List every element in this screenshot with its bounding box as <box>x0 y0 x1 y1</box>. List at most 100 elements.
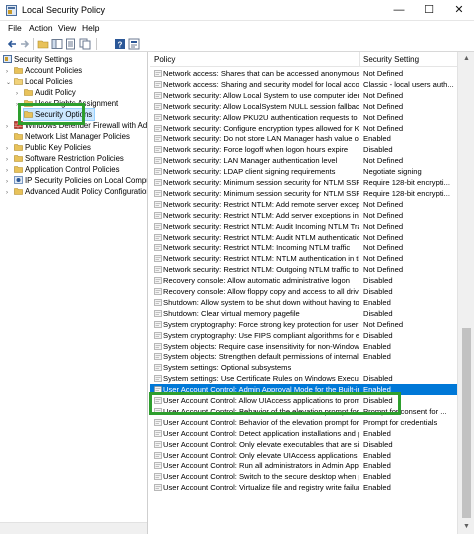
policy-row[interactable]: Network security: Restrict NTLM: Incomin… <box>150 242 460 253</box>
scrollbar-thumb[interactable] <box>462 328 471 518</box>
tree-item-windows-defender-firewall[interactable]: ›Windows Defender Firewall with Advanced… <box>6 120 147 131</box>
policy-row[interactable]: User Account Control: Run all administra… <box>150 460 460 471</box>
policy-row[interactable]: Shutdown: Allow system to be shut down w… <box>150 297 460 308</box>
policy-setting-icon <box>154 299 162 306</box>
policy-row[interactable]: System settings: Use Certificate Rules o… <box>150 373 460 384</box>
policy-row[interactable]: Network security: Restrict NTLM: NTLM au… <box>150 253 460 264</box>
policy-name: Network security: Restrict NTLM: Audit N… <box>163 232 359 242</box>
policy-row[interactable]: User Account Control: Admin Approval Mod… <box>150 384 460 396</box>
menu-file[interactable]: File <box>8 23 22 33</box>
policy-row[interactable]: System objects: Require case insensitivi… <box>150 341 460 352</box>
close-button[interactable]: ✕ <box>444 0 474 20</box>
expand-icon[interactable]: › <box>6 188 14 199</box>
policy-setting-icon <box>154 222 162 230</box>
collapse-icon[interactable]: ⌄ <box>6 78 14 89</box>
up-folder-icon[interactable] <box>37 38 49 50</box>
policy-row[interactable]: Network security: Allow PKU2U authentica… <box>150 112 460 123</box>
policy-setting-value: Not Defined <box>363 199 404 209</box>
tree-item-user-rights-assignment[interactable]: › User Rights Assignment <box>16 98 118 109</box>
policy-row[interactable]: User Account Control: Behavior of the el… <box>150 406 460 417</box>
scroll-up-arrow-icon[interactable]: ▲ <box>458 52 474 66</box>
policy-setting-icon <box>154 364 162 372</box>
tree-item-software-restriction[interactable]: › Software Restriction Policies <box>6 153 124 164</box>
expand-icon[interactable]: › <box>16 100 24 111</box>
policy-row[interactable]: Network security: Allow Local System to … <box>150 90 460 101</box>
tree-item-label: User Rights Assignment <box>35 99 119 108</box>
menu-view[interactable]: View <box>58 23 76 33</box>
policy-row[interactable]: Recovery console: Allow automatic admini… <box>150 275 460 286</box>
column-divider[interactable] <box>359 52 360 67</box>
menu-help[interactable]: Help <box>82 23 99 33</box>
policy-name: System objects: Require case insensitivi… <box>163 341 359 351</box>
policy-setting-icon <box>154 342 162 350</box>
policy-row[interactable]: Network security: Configure encryption t… <box>150 123 460 134</box>
forward-icon[interactable] <box>19 38 31 50</box>
tree-item-account-policies[interactable]: › Account Policies <box>6 65 82 76</box>
column-header-security-setting[interactable]: Security Setting <box>363 55 419 64</box>
tree-horizontal-scrollbar[interactable] <box>0 522 147 534</box>
policy-row[interactable]: Network security: Allow LocalSystem NULL… <box>150 101 460 112</box>
policy-setting-icon <box>154 135 162 143</box>
policy-row[interactable]: Network security: Restrict NTLM: Audit I… <box>150 221 460 232</box>
minimize-button[interactable]: — <box>384 0 414 20</box>
toolbar-separator <box>33 38 34 50</box>
policy-row[interactable]: Network security: LDAP client signing re… <box>150 166 460 177</box>
policy-row[interactable]: System objects: Strengthen default permi… <box>150 351 460 362</box>
policy-row[interactable]: User Account Control: Detect application… <box>150 428 460 439</box>
copy-icon[interactable] <box>79 38 91 50</box>
tree-item-label: Security Settings <box>14 55 73 64</box>
policy-name: Network security: Restrict NTLM: NTLM au… <box>163 254 359 264</box>
policy-row[interactable]: Network security: Restrict NTLM: Audit N… <box>150 232 460 243</box>
tree-item-network-list-manager[interactable]: Network List Manager Policies <box>6 131 130 142</box>
export-list-icon[interactable] <box>65 38 77 50</box>
tree-item-local-policies[interactable]: ⌄ Local Policies <box>6 76 73 87</box>
policy-row[interactable]: Network security: Minimum session securi… <box>150 188 460 199</box>
policy-row[interactable]: User Account Control: Virtualize file an… <box>150 482 460 493</box>
policy-row[interactable]: User Account Control: Behavior of the el… <box>150 417 460 428</box>
tree-root-security-settings[interactable]: Security Settings <box>3 54 73 65</box>
help-icon[interactable]: ? <box>114 38 126 50</box>
policy-row[interactable]: User Account Control: Allow UIAccess app… <box>150 395 460 406</box>
tree-item-audit-policy[interactable]: › Audit Policy <box>16 87 76 98</box>
scroll-down-arrow-icon[interactable]: ▼ <box>458 520 474 534</box>
policy-row[interactable]: Network security: Restrict NTLM: Add ser… <box>150 210 460 221</box>
back-icon[interactable] <box>6 38 18 50</box>
policy-setting-value: Prompt for consent for ... <box>363 406 447 416</box>
tree-item-advanced-audit-policy[interactable]: › Advanced Audit Policy Configuration <box>6 186 147 199</box>
policy-setting-icon <box>154 418 162 426</box>
policy-row[interactable]: System cryptography: Use FIPS compliant … <box>150 330 460 341</box>
policy-row[interactable]: System settings: Optional subsystems <box>150 362 460 373</box>
tree-item-application-control[interactable]: › Application Control Policies <box>6 164 119 175</box>
policy-row[interactable]: Network security: LAN Manager authentica… <box>150 155 460 166</box>
policy-row[interactable]: User Account Control: Switch to the secu… <box>150 471 460 482</box>
policy-name: Network security: Force logoff when logo… <box>163 145 349 155</box>
policy-row[interactable]: Network access: Sharing and security mod… <box>150 79 460 90</box>
policy-row[interactable]: Network security: Minimum session securi… <box>150 177 460 188</box>
policy-row[interactable]: User Account Control: Only elevate execu… <box>150 439 460 450</box>
policy-row[interactable]: Network security: Do not store LAN Manag… <box>150 133 460 144</box>
policy-setting-icon <box>154 309 162 317</box>
column-header-policy[interactable]: Policy <box>154 55 175 64</box>
policy-setting-value: Not Defined <box>363 243 404 253</box>
policy-name: Network security: Restrict NTLM: Audit I… <box>163 221 359 231</box>
policy-name: Recovery console: Allow automatic admini… <box>163 276 350 286</box>
policy-row[interactable]: Network access: Shares that can be acces… <box>150 68 460 79</box>
policy-row[interactable]: Shutdown: Clear virtual memory pagefile D… <box>150 308 460 319</box>
tree-item-security-options[interactable]: Security Options <box>22 108 96 121</box>
tree-item-ip-security-policies[interactable]: › IP Security Policies on Local Computer <box>6 175 148 186</box>
policy-row[interactable]: System cryptography: Force strong key pr… <box>150 319 460 330</box>
policy-row[interactable]: User Account Control: Only elevate UIAcc… <box>150 450 460 461</box>
maximize-button[interactable]: ☐ <box>414 0 444 20</box>
policy-row[interactable]: Recovery console: Allow floppy copy and … <box>150 286 460 297</box>
tree-item-public-key-policies[interactable]: › Public Key Policies <box>6 142 91 153</box>
policy-setting-icon <box>154 91 162 99</box>
vertical-scrollbar[interactable]: ▲ ▼ <box>457 52 474 534</box>
show-hide-tree-icon[interactable] <box>51 38 63 50</box>
policy-row[interactable]: Network security: Restrict NTLM: Add rem… <box>150 199 460 210</box>
tree-item-label: IP Security Policies on Local Computer <box>25 176 148 185</box>
tree-item-label: Local Policies <box>25 77 73 86</box>
policy-row[interactable]: Network security: Restrict NTLM: Outgoin… <box>150 264 460 275</box>
menu-action[interactable]: Action <box>29 23 53 33</box>
properties-icon[interactable] <box>128 38 140 50</box>
policy-row[interactable]: Network security: Force logoff when logo… <box>150 144 460 155</box>
